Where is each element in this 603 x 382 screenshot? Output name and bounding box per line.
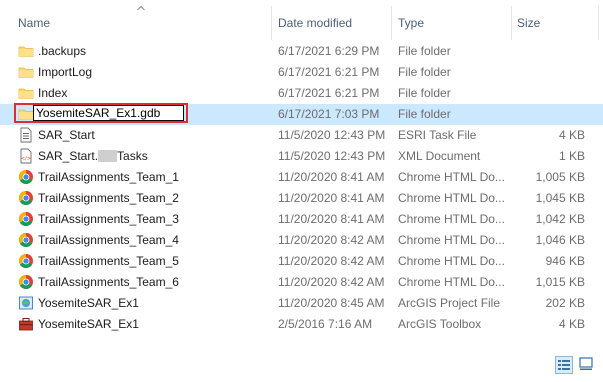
file-type: Chrome HTML Do... — [398, 254, 505, 268]
file-row[interactable]: TrailAssignments_Team_2 11/20/2020 8:41 A… — [0, 188, 603, 209]
file-type: File folder — [398, 44, 451, 58]
arcgis-project-icon — [19, 296, 33, 310]
file-size: 1 KB — [558, 149, 585, 163]
file-name: SAR_Start — [38, 128, 95, 142]
file-name: SAR_Start. Tasks — [38, 149, 148, 164]
file-row[interactable]: </> SAR_Start. Tasks 11/5/2020 12:43 PM XML … — [0, 146, 603, 167]
file-date-modified: 6/17/2021 6:21 PM — [278, 86, 380, 100]
file-size: 1,045 KB — [535, 191, 585, 205]
file-list: .backups 6/17/2021 6:29 PM File folder Impo… — [0, 41, 603, 335]
file-name: TrailAssignments_Team_6 — [38, 275, 179, 289]
file-name-suffix: Tasks — [117, 149, 148, 163]
file-row[interactable]: TrailAssignments_Team_6 11/20/2020 8:42 A… — [0, 272, 603, 293]
file-row[interactable]: 6/17/2021 7:03 PM File folder — [0, 103, 603, 125]
file-date-modified: 11/20/2020 8:41 AM — [278, 191, 385, 205]
column-header-bar: Name Date modified Type Size — [0, 0, 603, 40]
file-type: File folder — [398, 65, 451, 79]
large-icons-view-button[interactable] — [578, 356, 596, 374]
file-row[interactable]: TrailAssignments_Team_5 11/20/2020 8:42 A… — [0, 251, 603, 272]
file-row[interactable]: ImportLog 6/17/2021 6:21 PM File folder — [0, 62, 603, 83]
file-row[interactable]: YosemiteSAR_Ex1 2/5/2016 7:16 AM ArcGIS To… — [0, 314, 603, 335]
file-type: Chrome HTML Do... — [398, 212, 505, 226]
file-name: TrailAssignments_Team_5 — [38, 254, 179, 268]
column-header-type[interactable]: Type — [398, 15, 424, 31]
file-name: ImportLog — [38, 65, 93, 79]
file-date-modified: 11/20/2020 8:41 AM — [278, 170, 385, 184]
xml-document-icon: </> — [20, 148, 32, 164]
file-date-modified: 6/17/2021 7:03 PM — [278, 107, 380, 121]
file-date-modified: 11/20/2020 8:41 AM — [278, 212, 385, 226]
file-name: TrailAssignments_Team_1 — [38, 170, 179, 184]
file-size: 1,005 KB — [535, 170, 585, 184]
chrome-icon — [19, 254, 33, 268]
file-type: ESRI Task File — [398, 128, 477, 142]
file-date-modified: 2/5/2016 7:16 AM — [278, 317, 373, 331]
chrome-icon — [19, 212, 33, 226]
file-size: 1,046 KB — [535, 233, 585, 247]
file-name: Index — [38, 86, 68, 100]
chrome-icon — [19, 191, 33, 205]
file-size: 1,015 KB — [535, 275, 585, 289]
file-size: 1,042 KB — [535, 212, 585, 226]
column-divider[interactable] — [271, 6, 272, 40]
arcgis-toolbox-icon — [19, 318, 33, 331]
column-divider[interactable] — [511, 6, 512, 40]
file-type: File folder — [398, 107, 451, 121]
file-row[interactable]: TrailAssignments_Team_3 11/20/2020 8:41 A… — [0, 209, 603, 230]
file-type: Chrome HTML Do... — [398, 170, 505, 184]
file-name: YosemiteSAR_Ex1 — [38, 296, 139, 310]
chrome-icon — [19, 275, 33, 289]
column-divider[interactable] — [598, 6, 599, 40]
file-row[interactable]: SAR_Start 11/5/2020 12:43 PM ESRI Task Fil… — [0, 125, 603, 146]
file-date-modified: 6/17/2021 6:29 PM — [278, 44, 380, 58]
file-size: 202 KB — [545, 296, 585, 310]
details-view-icon — [558, 360, 570, 370]
svg-text:</>: </> — [21, 156, 31, 162]
file-type: ArcGIS Project File — [398, 296, 501, 310]
column-header-size[interactable]: Size — [517, 15, 540, 31]
column-header-name[interactable]: Name — [18, 15, 50, 31]
file-date-modified: 11/20/2020 8:45 AM — [278, 296, 385, 310]
file-name: TrailAssignments_Team_3 — [38, 212, 179, 226]
file-type: Chrome HTML Do... — [398, 191, 505, 205]
file-row[interactable]: .backups 6/17/2021 6:29 PM File folder — [0, 41, 603, 62]
folder-icon — [18, 46, 34, 57]
file-size: 946 KB — [545, 254, 585, 268]
file-type: ArcGIS Toolbox — [398, 317, 482, 331]
file-type: File folder — [398, 86, 451, 100]
folder-icon — [18, 67, 34, 78]
file-type: XML Document — [398, 149, 481, 163]
file-date-modified: 11/5/2020 12:43 PM — [278, 149, 386, 163]
chrome-icon — [19, 170, 33, 184]
file-row[interactable]: Index 6/17/2021 6:21 PM File folder — [0, 83, 603, 104]
redacted-text-block — [98, 150, 118, 162]
esri-task-file-icon — [20, 127, 32, 143]
details-view-button[interactable] — [555, 356, 573, 374]
file-type: Chrome HTML Do... — [398, 275, 505, 289]
file-name: YosemiteSAR_Ex1 — [38, 317, 139, 331]
file-type: Chrome HTML Do... — [398, 233, 505, 247]
file-size: 4 KB — [558, 128, 585, 142]
file-name-prefix: SAR_Start. — [38, 149, 99, 163]
file-date-modified: 6/17/2021 6:21 PM — [278, 65, 380, 79]
rename-input[interactable] — [33, 105, 184, 121]
file-row[interactable]: TrailAssignments_Team_4 11/20/2020 8:42 A… — [0, 230, 603, 251]
file-date-modified: 11/20/2020 8:42 AM — [278, 275, 385, 289]
chrome-icon — [19, 233, 33, 247]
file-name: .backups — [38, 44, 87, 58]
large-icons-view-icon — [579, 357, 593, 370]
file-date-modified: 11/20/2020 8:42 AM — [278, 254, 385, 268]
column-header-date-modified[interactable]: Date modified — [278, 15, 352, 31]
file-row[interactable]: TrailAssignments_Team_1 11/20/2020 8:41 A… — [0, 167, 603, 188]
file-date-modified: 11/20/2020 8:42 AM — [278, 233, 385, 247]
file-size: 4 KB — [558, 317, 585, 331]
file-name: TrailAssignments_Team_4 — [38, 233, 179, 247]
file-row[interactable]: YosemiteSAR_Ex1 11/20/2020 8:45 AM ArcGIS … — [0, 293, 603, 314]
file-date-modified: 11/5/2020 12:43 PM — [278, 128, 386, 142]
folder-icon — [18, 88, 34, 99]
column-divider[interactable] — [391, 6, 392, 40]
file-name: TrailAssignments_Team_2 — [38, 191, 179, 205]
sort-ascending-icon[interactable] — [137, 5, 145, 11]
